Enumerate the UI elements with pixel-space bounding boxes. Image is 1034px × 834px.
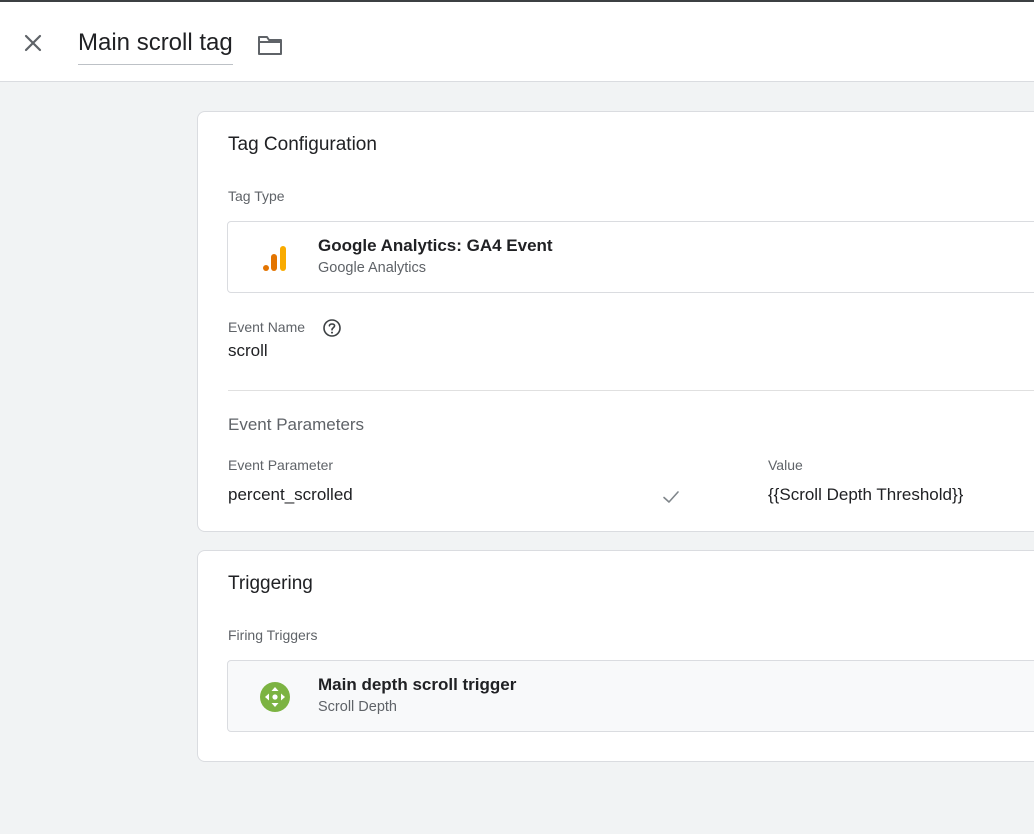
divider — [228, 390, 1034, 391]
event-name-label: Event Name — [228, 319, 306, 335]
tag-type-label: Tag Type — [228, 188, 285, 204]
parameter-value: {{Scroll Depth Threshold}} — [768, 485, 964, 504]
tag-type-name: Google Analytics: GA4 Event — [318, 236, 553, 255]
event-parameters-heading: Event Parameters — [228, 415, 365, 434]
value-column-header: Value — [768, 457, 803, 473]
trigger-type: Scroll Depth — [318, 699, 397, 715]
top-bar: Main scroll tag — [0, 0, 1034, 82]
close-button[interactable] — [18, 28, 48, 58]
triggering-card[interactable]: Triggering Firing Triggers Main depth sc… — [197, 550, 1034, 762]
event-parameter-column-header: Event Parameter — [228, 457, 334, 473]
folder-button[interactable] — [256, 31, 284, 59]
trigger-tile[interactable]: Main depth scroll trigger Scroll Depth — [227, 660, 1034, 732]
card-title: Triggering — [228, 573, 313, 594]
firing-triggers-label: Firing Triggers — [228, 627, 318, 643]
tag-type-provider: Google Analytics — [318, 260, 427, 276]
tag-configuration-card[interactable]: Tag Configuration Tag Type Google Analyt… — [197, 111, 1034, 532]
folder-icon — [258, 36, 282, 55]
card-title: Tag Configuration — [228, 134, 377, 155]
tag-type-tile[interactable]: Google Analytics: GA4 Event Google Analy… — [227, 221, 1034, 293]
event-name-value: scroll — [228, 341, 268, 360]
scroll-depth-icon — [258, 681, 292, 713]
parameter-name: percent_scrolled — [228, 485, 353, 504]
check-icon — [663, 491, 679, 503]
tag-name-input[interactable]: Main scroll tag — [78, 28, 233, 65]
close-icon — [24, 34, 42, 52]
help-icon[interactable] — [322, 318, 342, 338]
trigger-name: Main depth scroll trigger — [318, 675, 517, 694]
google-analytics-icon — [258, 242, 292, 274]
